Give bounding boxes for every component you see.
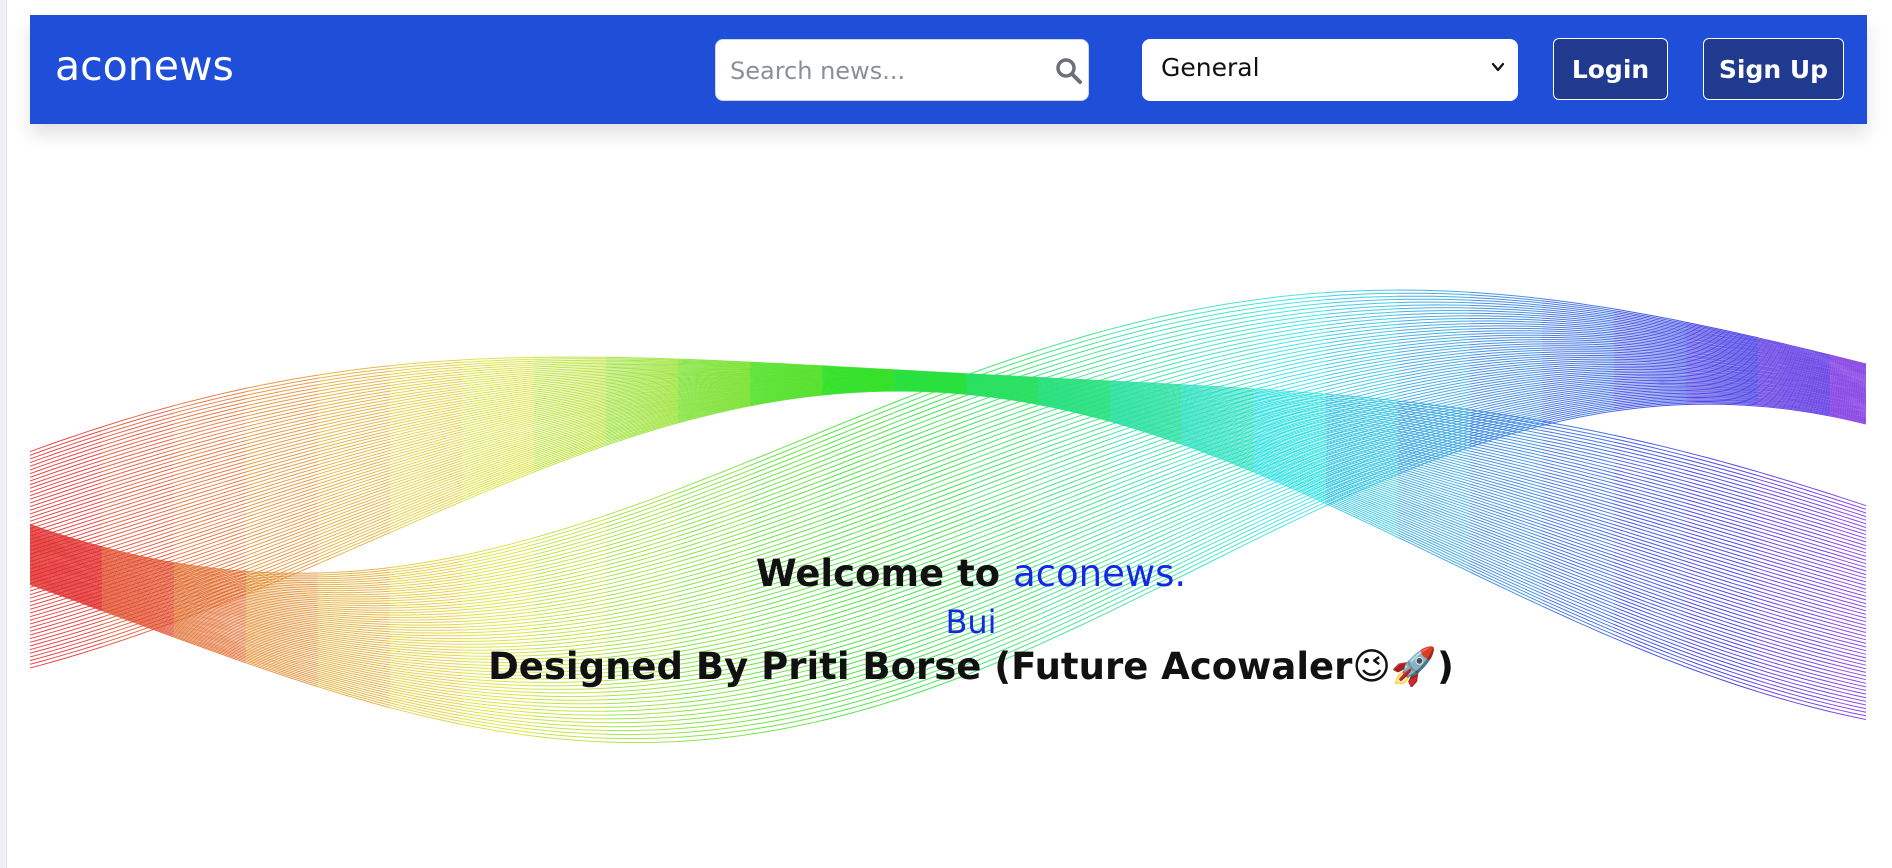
- designed-by-label: Designed By Priti Borse (Future Acowaler: [488, 645, 1353, 688]
- search-box[interactable]: [715, 39, 1089, 101]
- login-button[interactable]: Login: [1553, 38, 1668, 100]
- navbar: aconews General Login Sign Up: [30, 15, 1867, 124]
- emoji-icons: 😉🚀: [1352, 645, 1437, 688]
- chevron-down-icon: [1491, 62, 1505, 72]
- hero-wave-background: [30, 200, 1867, 800]
- designed-by-text: Designed By Priti Borse (Future Acowaler…: [0, 645, 1892, 689]
- signup-button[interactable]: Sign Up: [1703, 38, 1844, 100]
- page-left-border: [0, 0, 7, 868]
- welcome-heading: Welcome to aconews.: [0, 552, 1892, 595]
- category-selected-value: General: [1161, 53, 1260, 82]
- typed-text: Bui: [945, 603, 997, 641]
- rainbow-wave-graphic: [30, 289, 1867, 743]
- search-input[interactable]: [728, 48, 1062, 94]
- welcome-prefix: Welcome to: [755, 552, 1013, 595]
- brand-logo[interactable]: aconews: [55, 43, 234, 89]
- designed-by-suffix: ): [1437, 645, 1454, 688]
- search-icon[interactable]: [1054, 56, 1084, 86]
- welcome-brand: aconews.: [1012, 552, 1187, 595]
- category-select[interactable]: General: [1142, 39, 1518, 101]
